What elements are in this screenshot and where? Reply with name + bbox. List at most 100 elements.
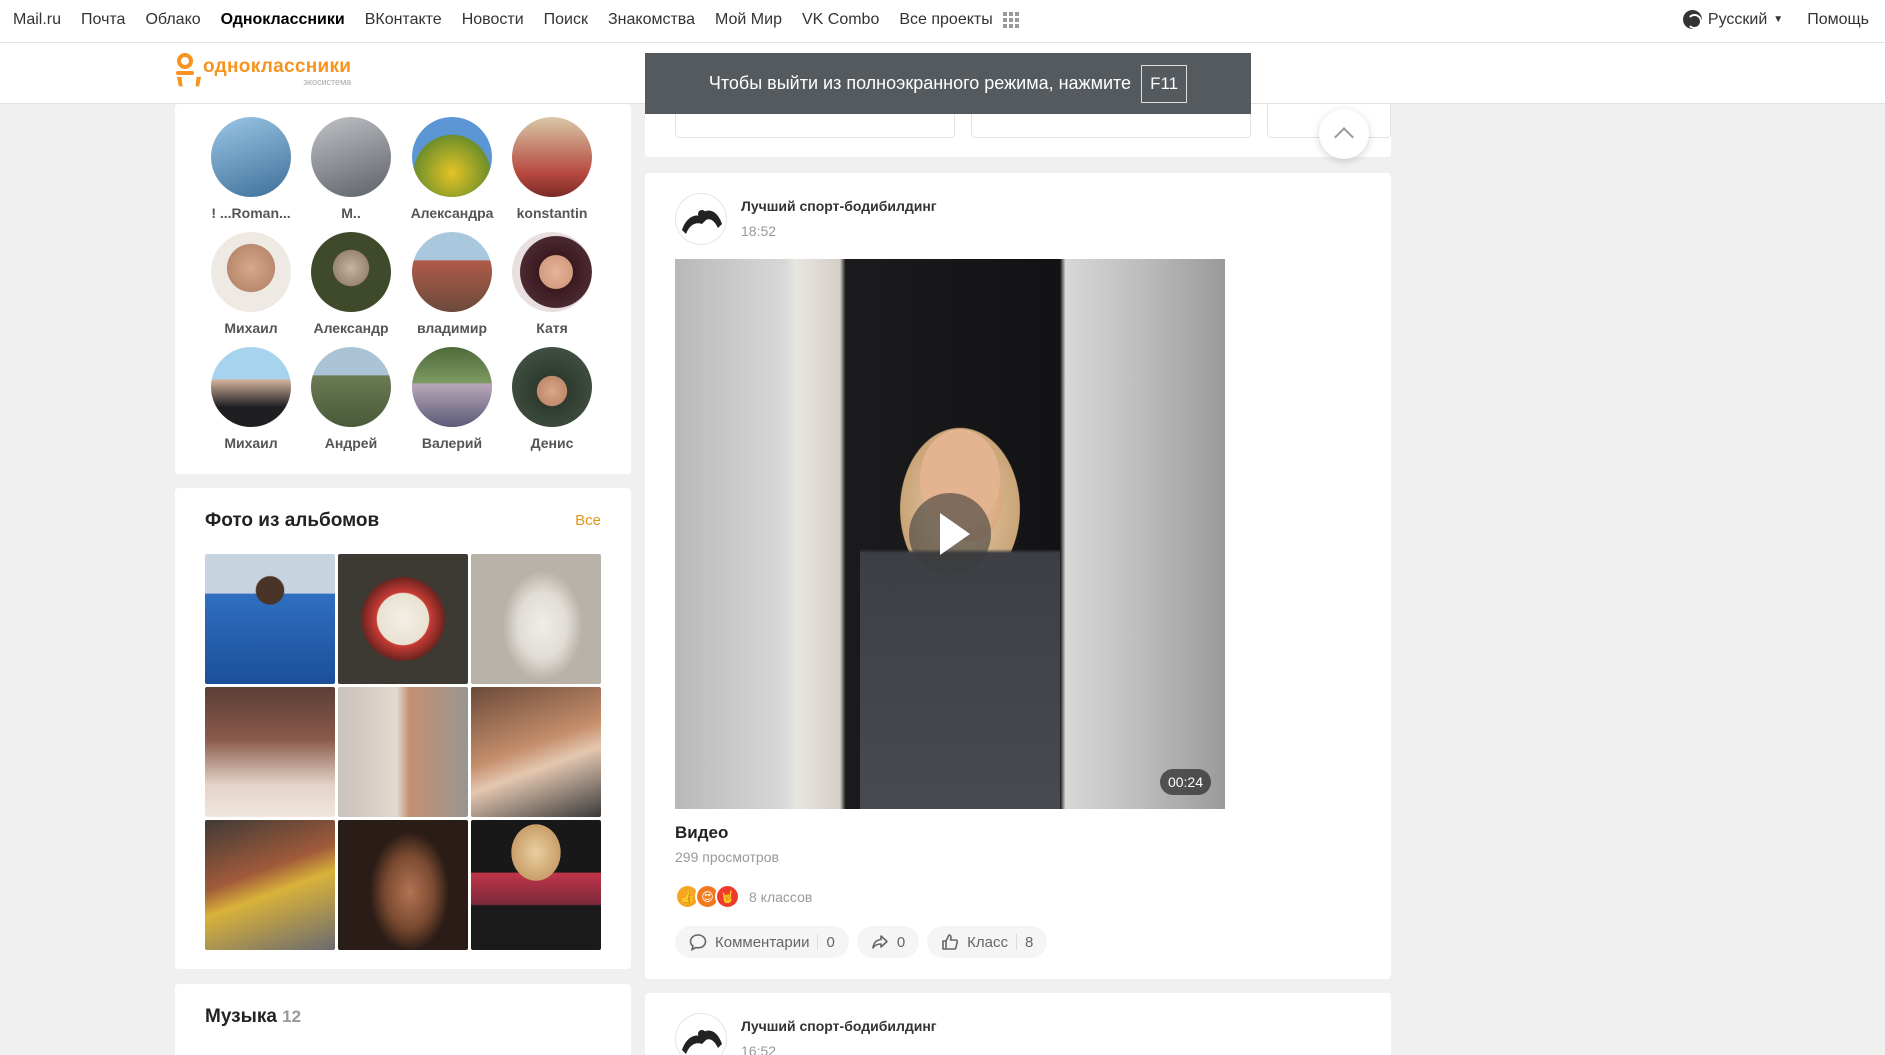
album-photo[interactable] — [338, 554, 468, 684]
friend-item[interactable]: M.. — [301, 117, 401, 221]
friend-item[interactable]: Катя — [502, 232, 602, 336]
friend-item[interactable]: konstantin — [502, 117, 602, 221]
classes-count[interactable]: 8 классов — [749, 889, 812, 905]
friend-item[interactable]: Михаил — [201, 347, 301, 451]
friend-name[interactable]: konstantin — [502, 205, 602, 221]
friend-item[interactable]: Михаил — [201, 232, 301, 336]
post-actions: Комментарии 0 0 Класс 8 — [675, 926, 1048, 958]
friend-item[interactable]: Денис — [502, 347, 602, 451]
friend-avatar[interactable] — [412, 117, 492, 197]
portal-links: Mail.ru Почта Облако Одноклассники ВКонт… — [13, 0, 1019, 39]
portal-link-cloud[interactable]: Облако — [145, 11, 200, 29]
friend-name[interactable]: владимир — [402, 320, 502, 336]
share-button[interactable]: 0 — [856, 926, 920, 958]
portal-link-dating[interactable]: Знакомства — [608, 11, 695, 29]
language-selector[interactable]: Русский ▼ — [1682, 10, 1784, 29]
friend-avatar[interactable] — [512, 117, 592, 197]
video-duration: 00:24 — [1159, 769, 1211, 795]
portal-link-ok[interactable]: Одноклассники — [221, 11, 345, 29]
friend-name[interactable]: Денис — [502, 435, 602, 451]
ok-logo[interactable]: одноклассники экосистема — [175, 53, 351, 89]
friend-item[interactable]: ! ...Roman... — [201, 117, 301, 221]
group-avatar[interactable] — [675, 1013, 727, 1055]
video-title[interactable]: Видео — [675, 823, 728, 843]
portal-link-mailru[interactable]: Mail.ru — [13, 11, 61, 29]
portal-bar: Mail.ru Почта Облако Одноклассники ВКонт… — [0, 0, 1885, 43]
logo-title: одноклассники — [203, 55, 352, 77]
comments-count: 0 — [826, 933, 835, 951]
album-photo[interactable] — [471, 687, 601, 817]
friend-item[interactable]: Александра — [402, 117, 502, 221]
friend-name[interactable]: Михаил — [201, 435, 301, 451]
friend-name[interactable]: Валерий — [402, 435, 502, 451]
friend-avatar[interactable] — [311, 232, 391, 312]
like-label: Класс — [967, 933, 1009, 951]
share-icon — [872, 935, 888, 949]
album-photo[interactable] — [205, 687, 335, 817]
friend-name[interactable]: M.. — [301, 205, 401, 221]
friend-item[interactable]: владимир — [402, 232, 502, 336]
play-icon[interactable] — [909, 493, 991, 575]
arm-wrestling-icon — [682, 1030, 722, 1054]
fullscreen-notice-text: Чтобы выйти из полноэкранного режима, на… — [708, 73, 1132, 93]
friend-name[interactable]: Михаил — [201, 320, 301, 336]
album-photo[interactable] — [471, 554, 601, 684]
portal-link-search[interactable]: Поиск — [544, 11, 588, 29]
friend-name[interactable]: Андрей — [301, 435, 401, 451]
group-name[interactable]: Лучший спорт-бодибилдинг — [741, 198, 937, 214]
feed-post: Лучший спорт-бодибилдинг 16:52 — [645, 993, 1391, 1055]
portal-link-vk[interactable]: ВКонтакте — [365, 11, 442, 29]
globe-icon — [1682, 10, 1702, 29]
like-button[interactable]: Класс 8 — [927, 926, 1048, 958]
friend-item[interactable]: Александр — [301, 232, 401, 336]
portal-link-mail[interactable]: Почта — [81, 11, 125, 29]
fullscreen-key: F11 — [1141, 64, 1188, 103]
portal-link-news[interactable]: Новости — [462, 11, 524, 29]
album-photo[interactable] — [338, 687, 468, 817]
music-count: 12 — [282, 1007, 302, 1026]
album-photo[interactable] — [471, 820, 601, 950]
friend-item[interactable]: Андрей — [301, 347, 401, 451]
caret-down-icon: ▼ — [1773, 14, 1784, 25]
feed-post: Лучший спорт-бодибилдинг 18:52 00:24 Вид… — [645, 173, 1391, 979]
friend-avatar[interactable] — [211, 117, 291, 197]
apps-grid-icon[interactable] — [1002, 11, 1019, 28]
post-time[interactable]: 16:52 — [741, 1043, 776, 1055]
group-name[interactable]: Лучший спорт-бодибилдинг — [741, 1018, 937, 1034]
portal-link-vkcombo[interactable]: VK Combo — [802, 11, 879, 29]
friend-avatar[interactable] — [311, 347, 391, 427]
comments-button[interactable]: Комментарии 0 — [675, 926, 849, 958]
reactions[interactable]: 👍 😍 🤘 8 классов — [675, 884, 812, 909]
portal-link-all-projects[interactable]: Все проекты — [899, 11, 992, 29]
friend-name[interactable]: ! ...Roman... — [201, 205, 301, 221]
rock-hand-icon: 🤘 — [715, 884, 740, 909]
friend-name[interactable]: Александр — [301, 320, 401, 336]
like-count: 8 — [1025, 933, 1034, 951]
friend-avatar[interactable] — [512, 232, 592, 312]
friend-avatar[interactable] — [211, 232, 291, 312]
help-link[interactable]: Помощь — [1807, 11, 1869, 29]
albums-all-link[interactable]: Все — [575, 512, 601, 529]
friend-name[interactable]: Катя — [502, 320, 602, 336]
friend-name[interactable]: Александра — [402, 205, 502, 221]
group-avatar[interactable] — [675, 193, 727, 245]
music-card: Музыка 12 — [175, 984, 631, 1055]
friend-avatar[interactable] — [412, 232, 492, 312]
friend-item[interactable]: Валерий — [402, 347, 502, 451]
video-views: 299 просмотров — [675, 849, 779, 865]
friend-avatar[interactable] — [412, 347, 492, 427]
friend-avatar[interactable] — [512, 347, 592, 427]
album-photo[interactable] — [205, 554, 335, 684]
post-time[interactable]: 18:52 — [741, 223, 776, 239]
album-photo[interactable] — [338, 820, 468, 950]
friend-avatar[interactable] — [211, 347, 291, 427]
album-photo[interactable] — [205, 820, 335, 950]
scroll-up-button[interactable] — [1319, 109, 1369, 159]
albums-title[interactable]: Фото из альбомов — [205, 510, 379, 532]
music-title[interactable]: Музыка 12 — [205, 1006, 301, 1028]
ok-logo-icon — [175, 53, 195, 89]
video-player[interactable]: 00:24 — [675, 259, 1225, 809]
music-title-label: Музыка — [205, 1006, 277, 1027]
friend-avatar[interactable] — [311, 117, 391, 197]
portal-link-myworld[interactable]: Мой Мир — [715, 11, 782, 29]
